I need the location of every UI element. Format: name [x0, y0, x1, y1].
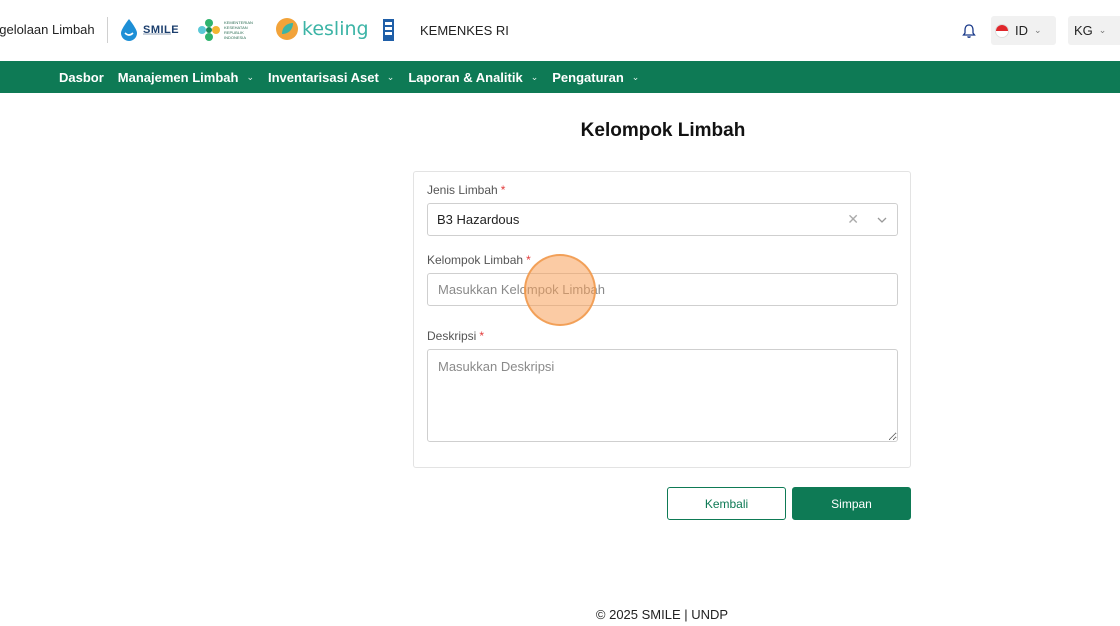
- back-button[interactable]: Kembali: [667, 487, 786, 520]
- notification-bell-icon[interactable]: [961, 23, 977, 39]
- kesling-logo-text: kesling: [302, 18, 369, 40]
- chevron-down-icon: [877, 217, 887, 223]
- nav-item-laporan-analitik[interactable]: Laporan & Analitik ⌄: [408, 70, 538, 85]
- form-card: Jenis Limbah * B3 Hazardous ✕ Kelompok Li…: [413, 171, 911, 468]
- chevron-down-icon: ⌄: [246, 71, 254, 82]
- kesling-logo: kesling: [275, 17, 369, 41]
- footer: © 2025 SMILE | UNDP: [0, 607, 1120, 622]
- smile-drop-icon: [121, 19, 137, 41]
- chevron-down-icon: ⌄: [386, 71, 395, 82]
- save-button[interactable]: Simpan: [792, 487, 911, 520]
- deskripsi-textarea[interactable]: [427, 349, 898, 442]
- deskripsi-label: Deskripsi *: [427, 329, 485, 343]
- chevron-down-icon: ⌄: [631, 71, 640, 82]
- clear-icon[interactable]: ✕: [847, 211, 859, 228]
- app-title: ngelolaan Limbah: [0, 22, 95, 37]
- jenis-limbah-value: B3 Hazardous: [437, 212, 520, 227]
- kelompok-limbah-label: Kelompok Limbah *: [427, 253, 531, 267]
- indonesia-flag-icon: [995, 23, 1009, 38]
- kelompok-limbah-input[interactable]: [427, 273, 898, 306]
- kemkes-logo: KEMENTERIAN KESEHATAN REPUBLIK INDONESIA: [197, 18, 253, 42]
- smile-logo: SMILE: [119, 18, 179, 42]
- kemkes-emblem-icon: [198, 19, 220, 41]
- page-title: Kelompok Limbah: [580, 120, 746, 141]
- user-initials: KG: [1074, 23, 1093, 38]
- nav-item-manajemen-limbah[interactable]: Manajemen Limbah ⌄: [118, 70, 254, 85]
- user-menu[interactable]: KG ⌄: [1068, 16, 1120, 45]
- language-selector[interactable]: ID ⌄: [991, 16, 1056, 45]
- chevron-down-icon: ⌄: [1034, 25, 1042, 35]
- jenis-limbah-label: Jenis Limbah *: [427, 183, 506, 197]
- main-nav: Dasbor Manajemen Limbah ⌄ Inventarisasi …: [0, 61, 1120, 93]
- footer-text: © 2025 SMILE | UNDP: [595, 607, 729, 622]
- kemkes-logo-text: KEMENTERIAN KESEHATAN REPUBLIK INDONESIA: [224, 20, 253, 40]
- chevron-down-icon: ⌄: [530, 71, 539, 82]
- page-title-container: Kelompok Limbah: [0, 120, 1120, 142]
- chevron-down-icon: ⌄: [1098, 25, 1107, 35]
- nav-item-pengaturan[interactable]: Pengaturan ⌄: [552, 70, 639, 85]
- organization-name: KEMENKES RI: [420, 23, 509, 38]
- language-label: ID: [1015, 23, 1028, 38]
- undp-logo: [383, 19, 394, 41]
- nav-item-dasbor[interactable]: Dasbor: [59, 70, 104, 85]
- top-header: ngelolaan Limbah SMILE KEMENTERIAN KESEH…: [0, 0, 1120, 61]
- kesling-leaf-icon: [276, 18, 298, 40]
- jenis-limbah-select[interactable]: B3 Hazardous ✕: [427, 203, 898, 236]
- nav-item-inventarisasi-aset[interactable]: Inventarisasi Aset ⌄: [268, 70, 394, 85]
- header-divider: [107, 17, 108, 43]
